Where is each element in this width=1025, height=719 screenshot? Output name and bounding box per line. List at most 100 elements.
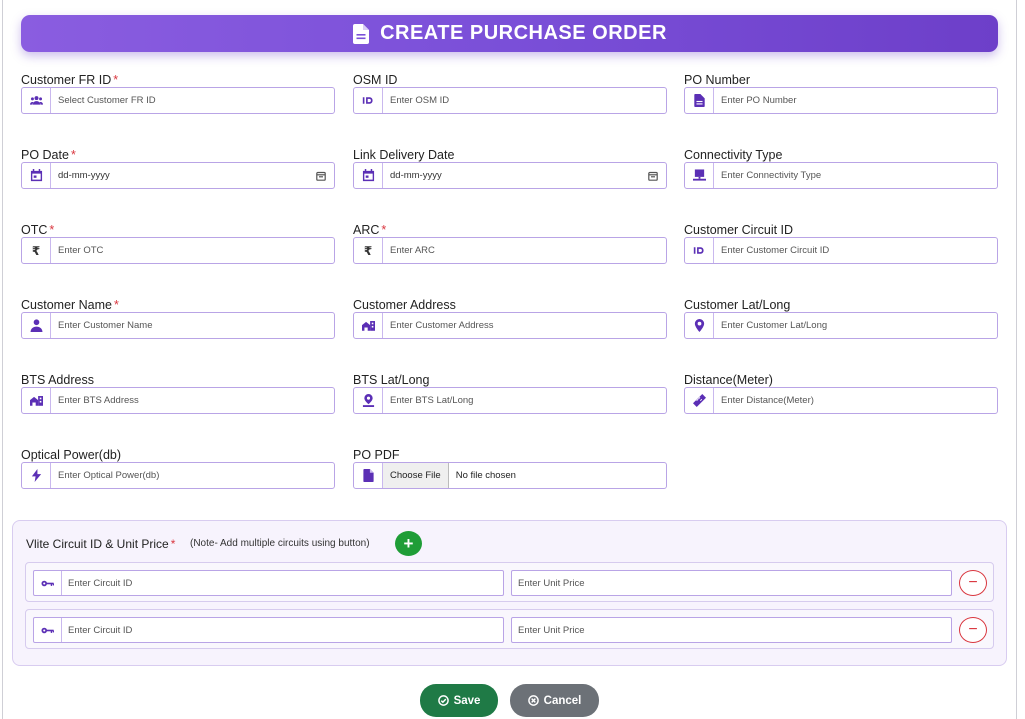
map-pin-icon [685,313,714,338]
required-marker: * [381,223,387,237]
arc-group: ARC * ₹ [353,222,667,264]
location-icon [354,388,383,413]
remove-circuit-button[interactable]: − [959,570,987,596]
customer-latlong-group: Customer Lat/Long [684,297,998,339]
bolt-icon [22,463,51,488]
optical-power-wrap [21,462,335,489]
customer-fr-id-label: Customer FR ID [21,73,112,87]
calendar-picker-icon[interactable] [308,163,334,188]
distance-group: Distance(Meter) [684,372,998,414]
po-date-input[interactable]: dd-mm-yyyy [21,162,335,189]
circuit-panel-label: Vlite Circuit ID & Unit Price [26,537,169,551]
circuit-id-wrap [33,617,504,643]
monitor-icon [685,163,714,188]
po-pdf-label: PO PDF [353,448,400,462]
po-pdf-group: PO PDF Choose File No file chosen [353,447,667,489]
calendar-picker-icon[interactable] [640,163,666,188]
bts-address-wrap [21,387,335,414]
circuit-id-wrap [33,570,504,596]
po-number-input[interactable] [714,88,997,113]
unit-price-wrap [511,570,952,596]
x-circle-icon [527,695,539,706]
bts-address-group: BTS Address [21,372,335,414]
customer-circuit-id-input[interactable] [714,238,997,263]
customer-circuit-id-label: Customer Circuit ID [684,223,794,237]
osm-id-wrap [353,87,667,114]
building-icon [22,388,51,413]
customer-circuit-id-group: Customer Circuit ID [684,222,998,264]
osm-id-input[interactable] [383,88,666,113]
otc-input[interactable] [51,238,334,263]
customer-address-label: Customer Address [353,298,456,312]
file-icon [354,463,383,488]
arc-label: ARC [353,223,380,237]
circuit-panel-note: (Note- Add multiple circuits using butto… [190,538,370,549]
required-marker: * [114,298,119,312]
customer-address-input[interactable] [383,313,666,338]
id-icon [354,88,383,113]
rupee-icon: ₹ [22,238,51,263]
customer-fr-id-wrap [21,87,335,114]
rupee-icon: ₹ [354,238,383,263]
document-icon [685,88,714,113]
po-date-label: PO Date [21,148,69,162]
optical-power-label: Optical Power(db) [21,448,122,462]
osm-id-group: OSM ID [353,72,667,114]
po-number-group: PO Number [684,72,998,114]
required-marker: * [70,148,76,162]
file-status: No file chosen [455,470,516,481]
distance-input[interactable] [714,388,997,413]
choose-file-button[interactable]: Choose File [383,463,449,488]
required-marker: * [49,223,55,237]
po-number-wrap [684,87,998,114]
user-icon [22,313,51,338]
customer-fr-id-group: Customer FR ID * [21,72,335,114]
osm-id-label: OSM ID [353,73,398,87]
arc-input[interactable] [383,238,666,263]
po-number-label: PO Number [684,73,750,87]
circuit-row: − [25,562,994,602]
unit-price-input[interactable] [512,618,951,642]
unit-price-wrap [511,617,952,643]
bts-address-input[interactable] [51,388,334,413]
save-button[interactable]: Save [420,684,498,717]
customer-name-wrap [21,312,335,339]
customer-name-input[interactable] [51,313,334,338]
customer-address-wrap [353,312,667,339]
unit-price-input[interactable] [512,571,951,595]
page-header: CREATE PURCHASE ORDER [21,15,998,52]
link-delivery-date-value: dd-mm-yyyy [390,170,442,181]
link-delivery-date-label: Link Delivery Date [353,148,455,162]
bts-latlong-input[interactable] [383,388,666,413]
ruler-icon [685,388,714,413]
customer-fr-id-input[interactable] [51,88,334,113]
customer-latlong-label: Customer Lat/Long [684,298,791,312]
link-delivery-date-input[interactable]: dd-mm-yyyy [353,162,667,189]
circuit-id-input[interactable] [62,618,503,642]
connectivity-type-label: Connectivity Type [684,148,783,162]
cancel-button[interactable]: Cancel [510,684,599,717]
customer-latlong-wrap [684,312,998,339]
connectivity-type-group: Connectivity Type [684,147,998,189]
customer-circuit-id-wrap [684,237,998,264]
circuit-id-input[interactable] [62,571,503,595]
arc-wrap: ₹ [353,237,667,264]
page-title: CREATE PURCHASE ORDER [380,22,667,44]
customer-latlong-input[interactable] [714,313,997,338]
key-icon [34,571,62,595]
connectivity-type-wrap [684,162,998,189]
users-icon [22,88,51,113]
link-delivery-date-group: Link Delivery Date dd-mm-yyyy [353,147,667,189]
add-circuit-button[interactable]: + [395,531,422,556]
otc-wrap: ₹ [21,237,335,264]
connectivity-type-input[interactable] [714,163,997,188]
check-circle-icon [437,695,449,706]
remove-circuit-button[interactable]: − [959,617,987,643]
po-date-value: dd-mm-yyyy [58,170,110,181]
bts-address-label: BTS Address [21,373,94,387]
optical-power-input[interactable] [51,463,334,488]
key-icon [34,618,62,642]
calendar-icon [354,163,383,188]
building-icon [354,313,383,338]
customer-address-group: Customer Address [353,297,667,339]
